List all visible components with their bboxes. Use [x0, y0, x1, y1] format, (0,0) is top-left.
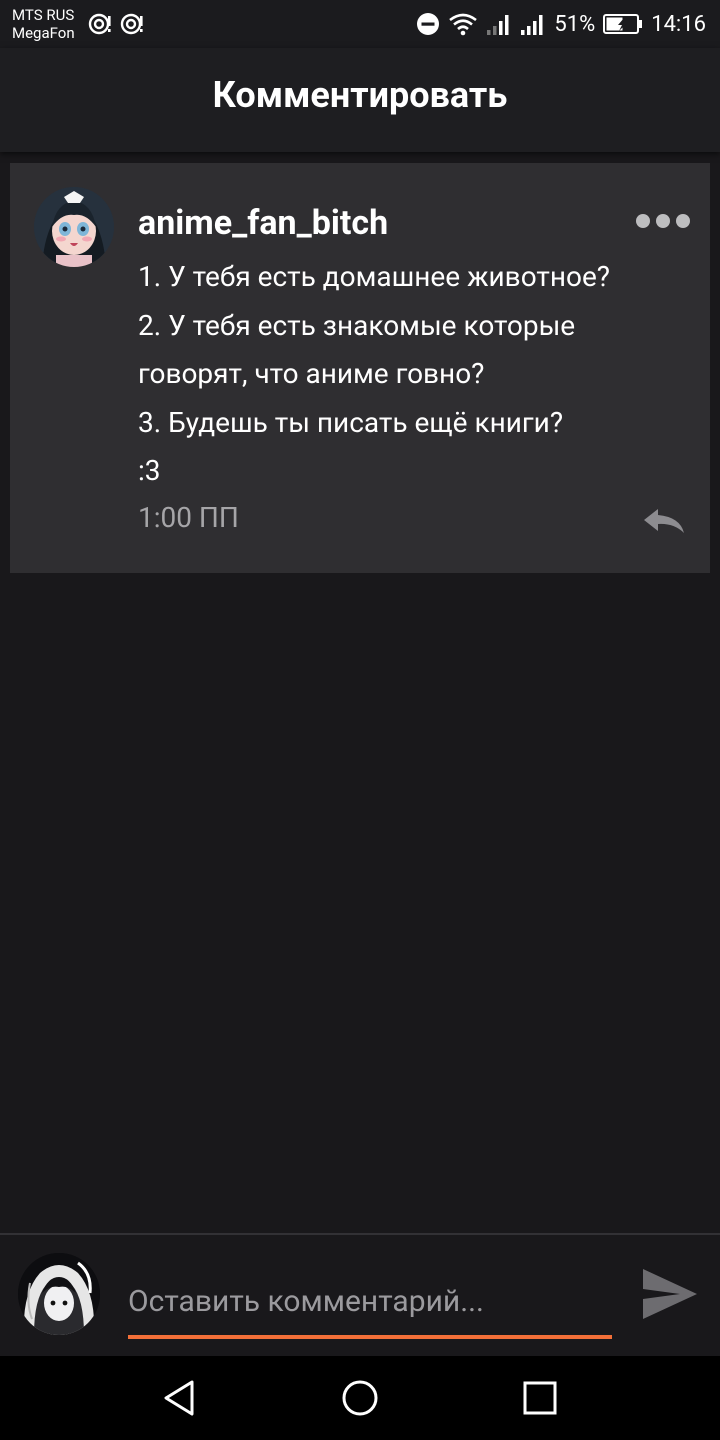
- more-options-button[interactable]: [636, 211, 692, 231]
- comment-line: :3: [138, 454, 161, 487]
- carrier-name-2: MegaFon: [12, 24, 75, 42]
- carrier-name-1: MTS RUS: [12, 6, 75, 24]
- user-avatar-image: [18, 1253, 100, 1335]
- clock: 14:16: [651, 11, 706, 37]
- anime-avatar-image: [34, 187, 114, 267]
- more-dots-icon: [656, 214, 670, 228]
- battery-icon: [603, 14, 643, 34]
- comment-text: 1. У тебя есть домашнее животное? 2. У т…: [138, 253, 698, 496]
- user-avatar[interactable]: [18, 1253, 100, 1335]
- carrier-info: MTS RUS MegaFon: [12, 6, 75, 42]
- header: Комментировать: [0, 48, 720, 152]
- back-icon[interactable]: [160, 1378, 200, 1418]
- commenter-avatar[interactable]: [34, 187, 114, 267]
- comment-input[interactable]: [128, 1267, 612, 1339]
- status-right-group: 51% 14:16: [416, 10, 706, 38]
- comment-card: anime_fan_bitch 1. У тебя есть домашнее …: [10, 163, 710, 573]
- notification-icon: [88, 13, 111, 35]
- comment-input-bar: [0, 1233, 720, 1358]
- wifi-icon: [449, 13, 478, 36]
- do-not-disturb-icon: [417, 13, 440, 35]
- comment-line: 1. У тебя есть домашнее животное?: [138, 260, 611, 293]
- comment-line: 3. Будешь ты писать ещё книги?: [138, 405, 564, 439]
- reply-arrow-icon[interactable]: [640, 503, 688, 539]
- system-nav-bar: [0, 1356, 720, 1440]
- status-bar: MTS RUS MegaFon 51% 14:16: [0, 0, 720, 48]
- status-notification-icons: [88, 12, 144, 36]
- signal-icon: [487, 15, 509, 35]
- more-dots-icon: [636, 214, 650, 228]
- page-title: Комментировать: [212, 74, 508, 116]
- home-icon[interactable]: [340, 1378, 380, 1418]
- comment-timestamp: 1:00 ПП: [138, 501, 239, 534]
- more-dots-icon: [676, 214, 690, 228]
- comment-author[interactable]: anime_fan_bitch: [138, 203, 388, 243]
- comment-line: 2. У тебя есть знакомые которые: [138, 308, 576, 342]
- recents-icon[interactable]: [520, 1378, 560, 1418]
- notification-icon: [120, 13, 143, 35]
- send-icon[interactable]: [640, 1265, 700, 1323]
- comment-line: говорят, что аниме говно?: [138, 357, 485, 390]
- battery-percent: 51%: [554, 11, 596, 37]
- signal-icon: [521, 15, 543, 35]
